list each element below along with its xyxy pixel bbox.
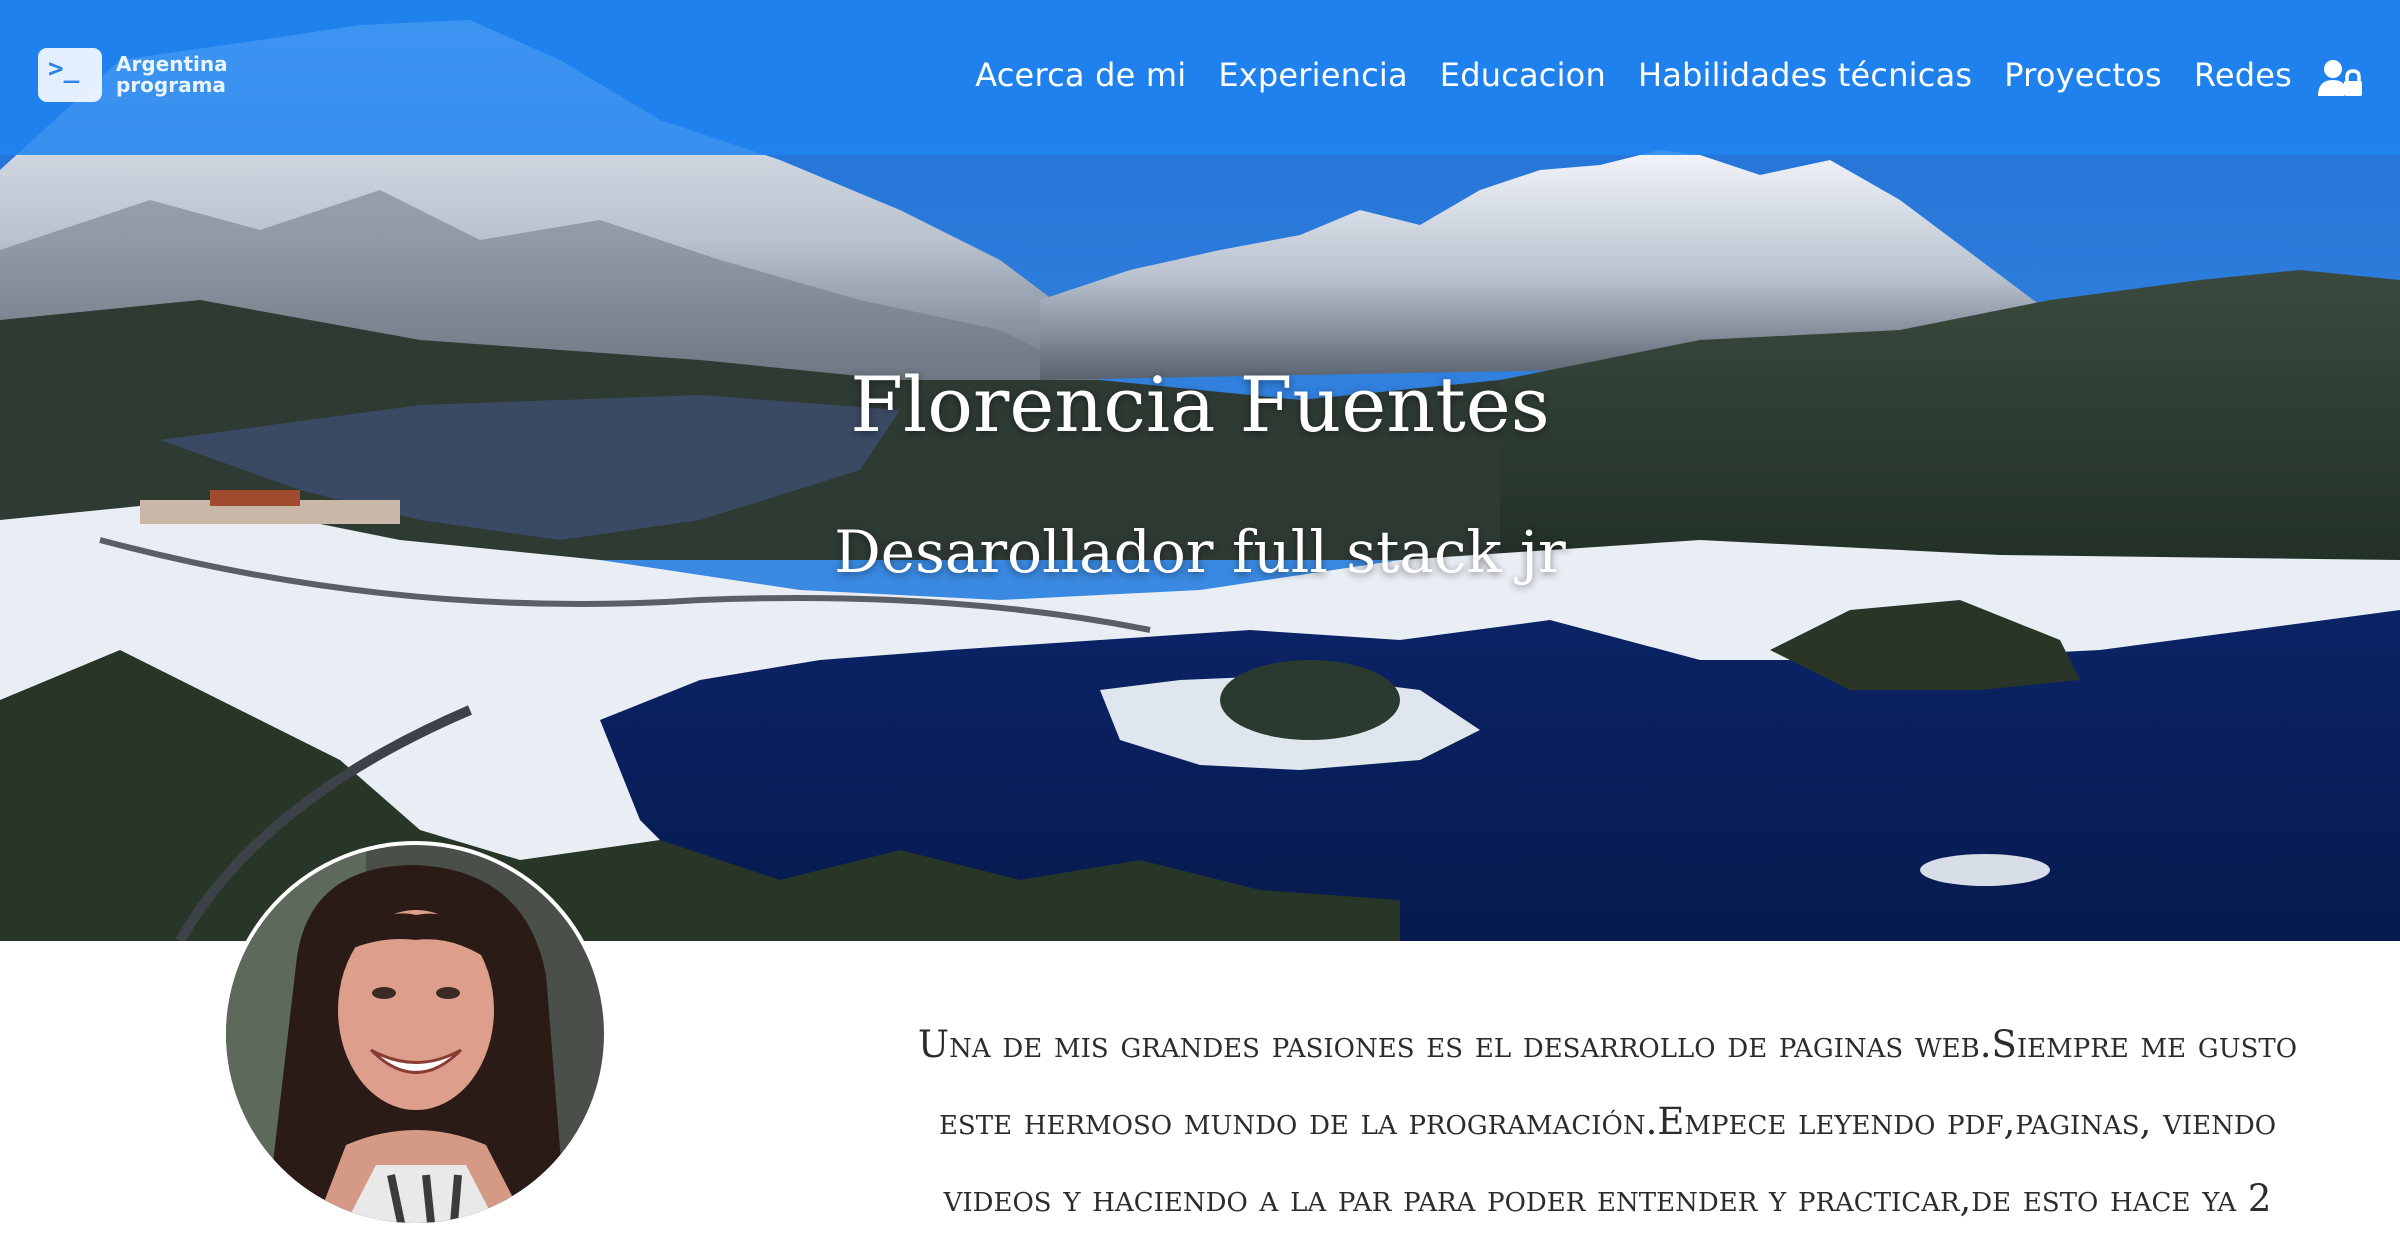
- nav-item-experiencia[interactable]: Experiencia: [1218, 56, 1407, 94]
- hero-role: Desarollador full stack jr: [834, 518, 1566, 586]
- brand-wordmark: Argentina programa: [116, 54, 228, 96]
- hero-name: Florencia Fuentes: [850, 360, 1550, 449]
- nav-item-habilidades[interactable]: Habilidades técnicas: [1638, 56, 1972, 94]
- brand-line-2: programa: [116, 73, 226, 97]
- brand-line-1: Argentina: [116, 52, 228, 76]
- profile-portrait-illustration: [226, 845, 604, 1223]
- nav-item-redes[interactable]: Redes: [2194, 56, 2292, 94]
- nav-item-acerca[interactable]: Acerca de mi: [975, 56, 1186, 94]
- profile-photo: [222, 841, 608, 1227]
- nav-item-educacion[interactable]: Educacion: [1440, 56, 1606, 94]
- user-lock-icon[interactable]: [2318, 58, 2362, 98]
- nav-menu: Acerca de mi Experiencia Educacion Habil…: [975, 56, 2292, 94]
- nav-item-proyectos[interactable]: Proyectos: [2004, 56, 2162, 94]
- terminal-prompt-icon: >_: [38, 48, 102, 102]
- about-paragraph: Una de mis grandes pasiones es el desarr…: [917, 1023, 2298, 1220]
- top-navbar: >_ Argentina programa Acerca de mi Exper…: [0, 0, 2400, 155]
- brand-logo[interactable]: >_ Argentina programa: [38, 45, 228, 105]
